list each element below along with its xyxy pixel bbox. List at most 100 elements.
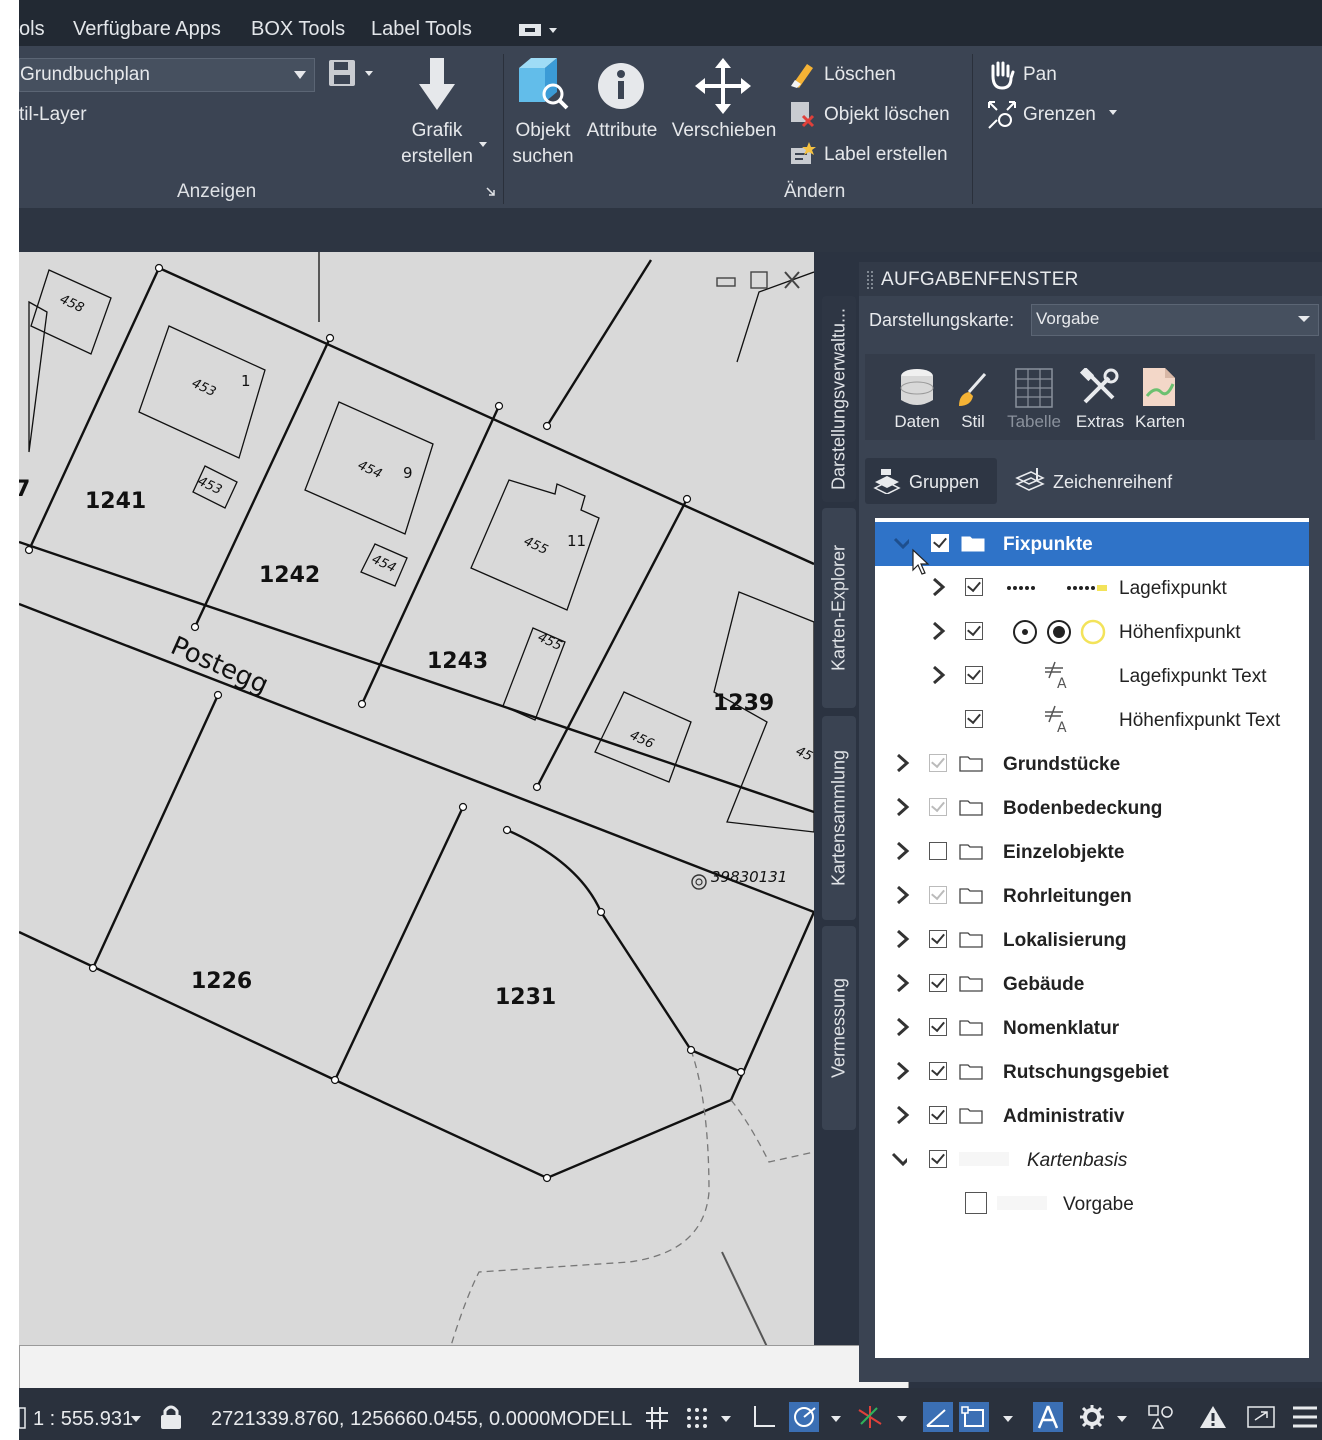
layer-checkbox[interactable] [929, 974, 947, 992]
chevron-right-icon[interactable] [895, 929, 911, 949]
chevron-right-icon[interactable] [895, 1105, 911, 1125]
tree-row-lokalisierung[interactable]: Lokalisierung [875, 918, 1309, 962]
chevron-down-icon[interactable] [721, 1416, 733, 1424]
chevron-down-icon[interactable] [831, 1416, 843, 1424]
annotation-scale-icon[interactable] [1033, 1402, 1063, 1432]
fullscreen-icon[interactable] [1247, 1404, 1275, 1430]
chevron-down-icon[interactable] [891, 1149, 907, 1169]
layer-checkbox[interactable] [931, 534, 949, 552]
daten-button[interactable]: Daten [889, 412, 945, 432]
style-combo[interactable]: Grundbuchplan [19, 58, 315, 92]
darstellungskarte-select[interactable]: Vorgabe [1031, 304, 1319, 336]
grid-icon[interactable] [645, 1406, 669, 1430]
tab-zeichenreihenfolge[interactable]: Zeichenreihenf [1009, 458, 1309, 504]
isolate-objects-icon[interactable] [1147, 1404, 1175, 1430]
chevron-right-icon[interactable] [895, 1061, 911, 1081]
layer-checkbox[interactable] [929, 798, 947, 816]
layer-checkbox[interactable] [929, 1150, 947, 1168]
tab-karten-explorer[interactable]: Karten-Explorer [822, 508, 856, 708]
tree-row-hoehenfixpunkt[interactable]: Höhenfixpunkt [875, 610, 1309, 654]
menu-label-tools[interactable]: Label Tools [371, 18, 472, 41]
attribute-button[interactable]: Attribute [581, 118, 663, 144]
model-space-button[interactable]: MODELL [550, 1408, 632, 1431]
tab-kartensammlung[interactable]: Kartensammlung [822, 716, 856, 920]
ortho-icon[interactable] [751, 1404, 777, 1430]
tab-gruppen[interactable]: Gruppen [865, 458, 997, 504]
dropdown-caret-icon[interactable] [1109, 110, 1119, 118]
stil-button[interactable]: Stil [951, 412, 995, 432]
tab-darstellungsverwaltung[interactable]: Darstellungsverwaltu... [822, 296, 856, 502]
layer-checkbox[interactable] [929, 842, 947, 860]
chevron-down-icon[interactable] [893, 533, 909, 553]
extras-button[interactable]: Extras [1069, 412, 1131, 432]
warning-icon[interactable] [1199, 1404, 1227, 1430]
tree-row-kartenbasis[interactable]: Kartenbasis [875, 1138, 1309, 1182]
chevron-down-icon[interactable] [1003, 1416, 1015, 1424]
gear-icon[interactable] [1079, 1404, 1105, 1430]
grafik-erstellen-button[interactable]: Grafik erstellen [391, 118, 483, 170]
layer-checkbox[interactable] [965, 710, 983, 728]
tab-vermessung[interactable]: Vermessung [822, 926, 856, 1130]
launcher-icon[interactable] [485, 186, 497, 198]
label-erstellen-button[interactable]: Label erstellen [824, 144, 948, 166]
chevron-right-icon[interactable] [895, 973, 911, 993]
tree-row-bodenbedeckung[interactable]: Bodenbedeckung [875, 786, 1309, 830]
tree-row-lagefixpunkt-text[interactable]: A Lagefixpunkt Text [875, 654, 1309, 698]
isodraft-icon[interactable] [857, 1404, 883, 1430]
layer-checkbox[interactable] [965, 622, 983, 640]
chevron-right-icon[interactable] [895, 841, 911, 861]
objekt-suchen-button[interactable]: Objekt suchen [507, 118, 579, 170]
object-snap-tracking-icon[interactable] [923, 1402, 953, 1432]
tree-row-einzelobjekte[interactable]: Einzelobjekte [875, 830, 1309, 874]
loeschen-button[interactable]: Löschen [824, 64, 896, 86]
save-icon[interactable] [329, 60, 379, 90]
tree-row-rohrleitungen[interactable]: Rohrleitungen [875, 874, 1309, 918]
dropdown-caret-icon[interactable] [479, 142, 489, 150]
workspace-switch-icon[interactable] [519, 22, 563, 38]
chevron-right-icon[interactable] [895, 753, 911, 773]
objekt-loeschen-button[interactable]: Objekt löschen [824, 104, 950, 126]
menu-tools[interactable]: ols [19, 18, 45, 41]
object-snap-icon[interactable] [959, 1402, 989, 1432]
polar-tracking-icon[interactable] [789, 1402, 819, 1432]
tree-row-rutschungsgebiet[interactable]: Rutschungsgebiet [875, 1050, 1309, 1094]
menu-verfuegbare-apps[interactable]: Verfügbare Apps [73, 18, 221, 41]
layer-checkbox[interactable] [965, 666, 983, 684]
lock-icon[interactable] [159, 1404, 183, 1430]
tree-row-lagefixpunkt[interactable]: Lagefixpunkt [875, 566, 1309, 610]
task-pane-title-bar[interactable]: AUFGABENFENSTER [859, 262, 1322, 296]
drawing-canvas[interactable]: 1241 1242 1243 1239 1226 1231 7 458 453 … [19, 252, 814, 1388]
chevron-right-icon[interactable] [931, 621, 947, 641]
chevron-right-icon[interactable] [895, 797, 911, 817]
layer-checkbox[interactable] [929, 930, 947, 948]
tree-row-nomenklatur[interactable]: Nomenklatur [875, 1006, 1309, 1050]
menu-box-tools[interactable]: BOX Tools [251, 18, 345, 41]
command-line[interactable] [19, 1345, 909, 1389]
karten-button[interactable]: Karten [1131, 412, 1189, 432]
tree-row-vorgabe[interactable]: Vorgabe [875, 1182, 1309, 1226]
layer-checkbox[interactable] [929, 886, 947, 904]
layer-checkbox[interactable] [929, 1018, 947, 1036]
pan-button[interactable]: Pan [1023, 64, 1057, 86]
layer-checkbox[interactable] [929, 1062, 947, 1080]
scale-value[interactable]: 1 : 555.931 [33, 1408, 133, 1431]
tree-row-hoehenfixpunkt-text[interactable]: A Höhenfixpunkt Text [875, 698, 1309, 742]
chevron-down-icon[interactable] [897, 1416, 909, 1424]
snap-icon[interactable] [685, 1406, 709, 1430]
layer-checkbox[interactable] [929, 1106, 947, 1124]
chevron-right-icon[interactable] [895, 1017, 911, 1037]
grip-icon[interactable] [867, 271, 873, 289]
chevron-right-icon[interactable] [931, 577, 947, 597]
layer-checkbox[interactable] [929, 754, 947, 772]
tree-row-administrativ[interactable]: Administrativ [875, 1094, 1309, 1138]
layer-checkbox[interactable] [965, 1192, 987, 1214]
tree-row-gebaeude[interactable]: Gebäude [875, 962, 1309, 1006]
verschieben-button[interactable]: Verschieben [669, 118, 779, 144]
chevron-down-icon[interactable] [131, 1416, 143, 1424]
tree-row-grundstuecke[interactable]: Grundstücke [875, 742, 1309, 786]
chevron-down-icon[interactable] [1117, 1416, 1129, 1424]
chevron-right-icon[interactable] [931, 665, 947, 685]
grenzen-button[interactable]: Grenzen [1023, 104, 1096, 126]
layer-checkbox[interactable] [965, 578, 983, 596]
chevron-right-icon[interactable] [895, 885, 911, 905]
